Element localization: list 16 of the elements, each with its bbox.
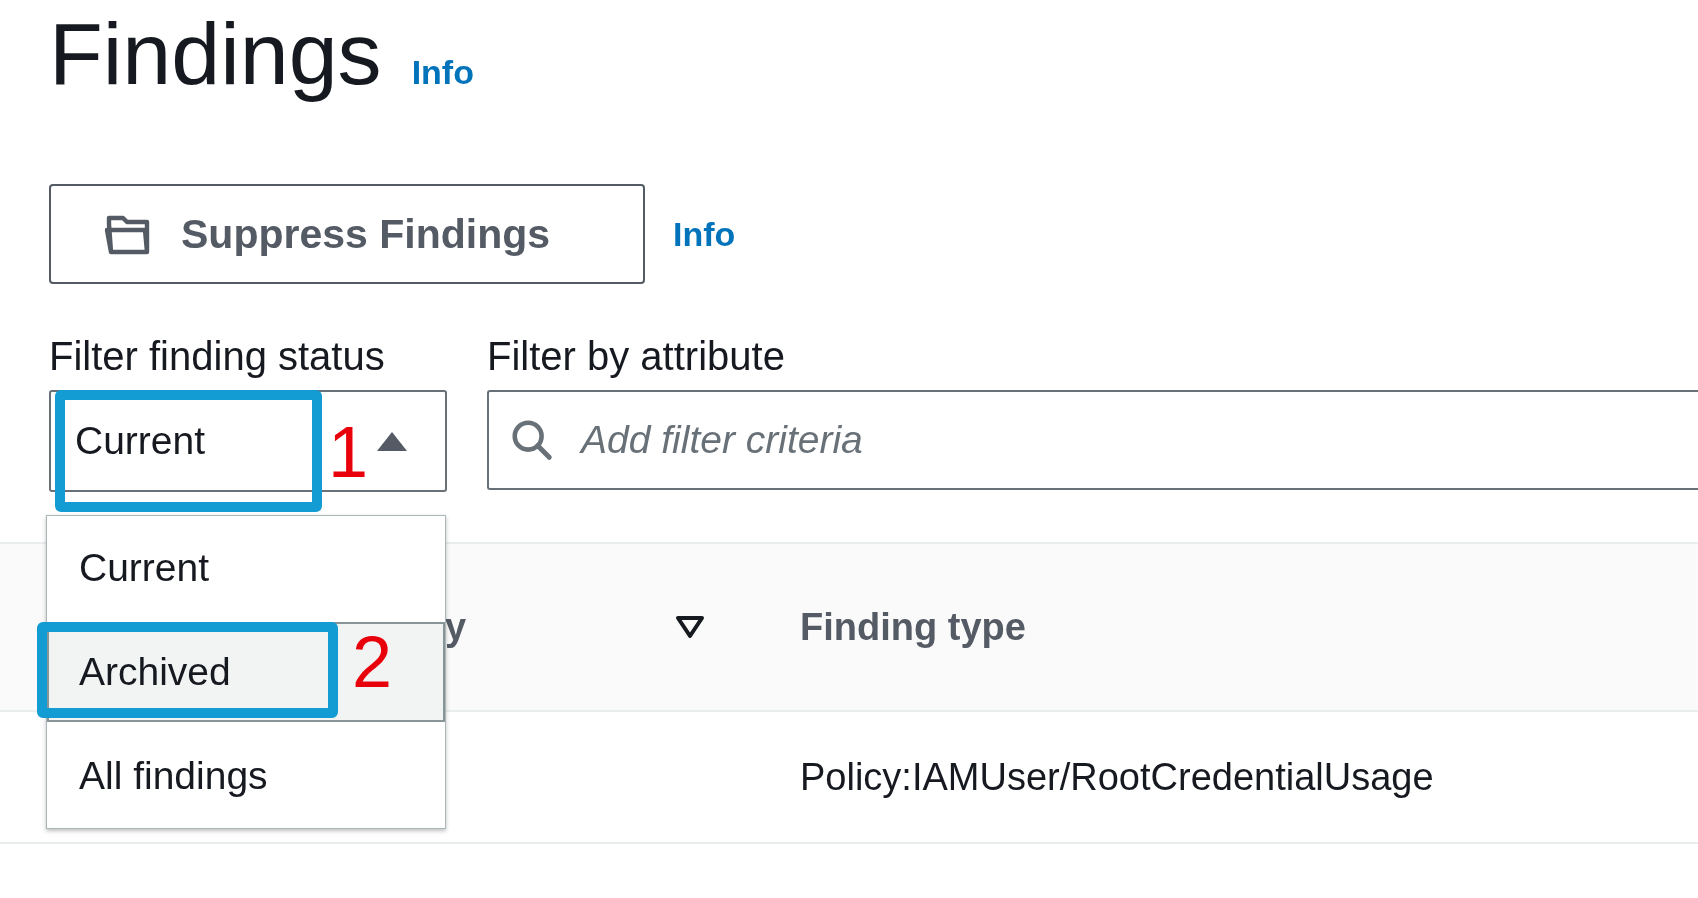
dropdown-option[interactable]: Current [47, 518, 445, 618]
step-number: 1 [328, 412, 369, 492]
filter-label: Filter by attribute [487, 334, 786, 378]
sort-icon[interactable] [675, 615, 705, 639]
page-title: Findings [49, 4, 382, 104]
search-icon [509, 417, 555, 463]
dropdown-option[interactable]: All findings [47, 726, 445, 826]
info-link[interactable]: Info [411, 53, 474, 92]
step-number: 2 [352, 622, 393, 702]
info-link[interactable]: Info [673, 214, 736, 254]
suppress-findings-button[interactable]: Suppress Findings [49, 184, 645, 284]
search-field[interactable]: Add filter criteria [487, 390, 1698, 490]
column-header[interactable]: y [445, 605, 467, 649]
column-header[interactable]: Finding type [800, 605, 1026, 649]
table-cell: Policy:IAMUser/RootCredentialUsage [800, 755, 1434, 799]
filter-label: Filter finding status [49, 334, 386, 378]
